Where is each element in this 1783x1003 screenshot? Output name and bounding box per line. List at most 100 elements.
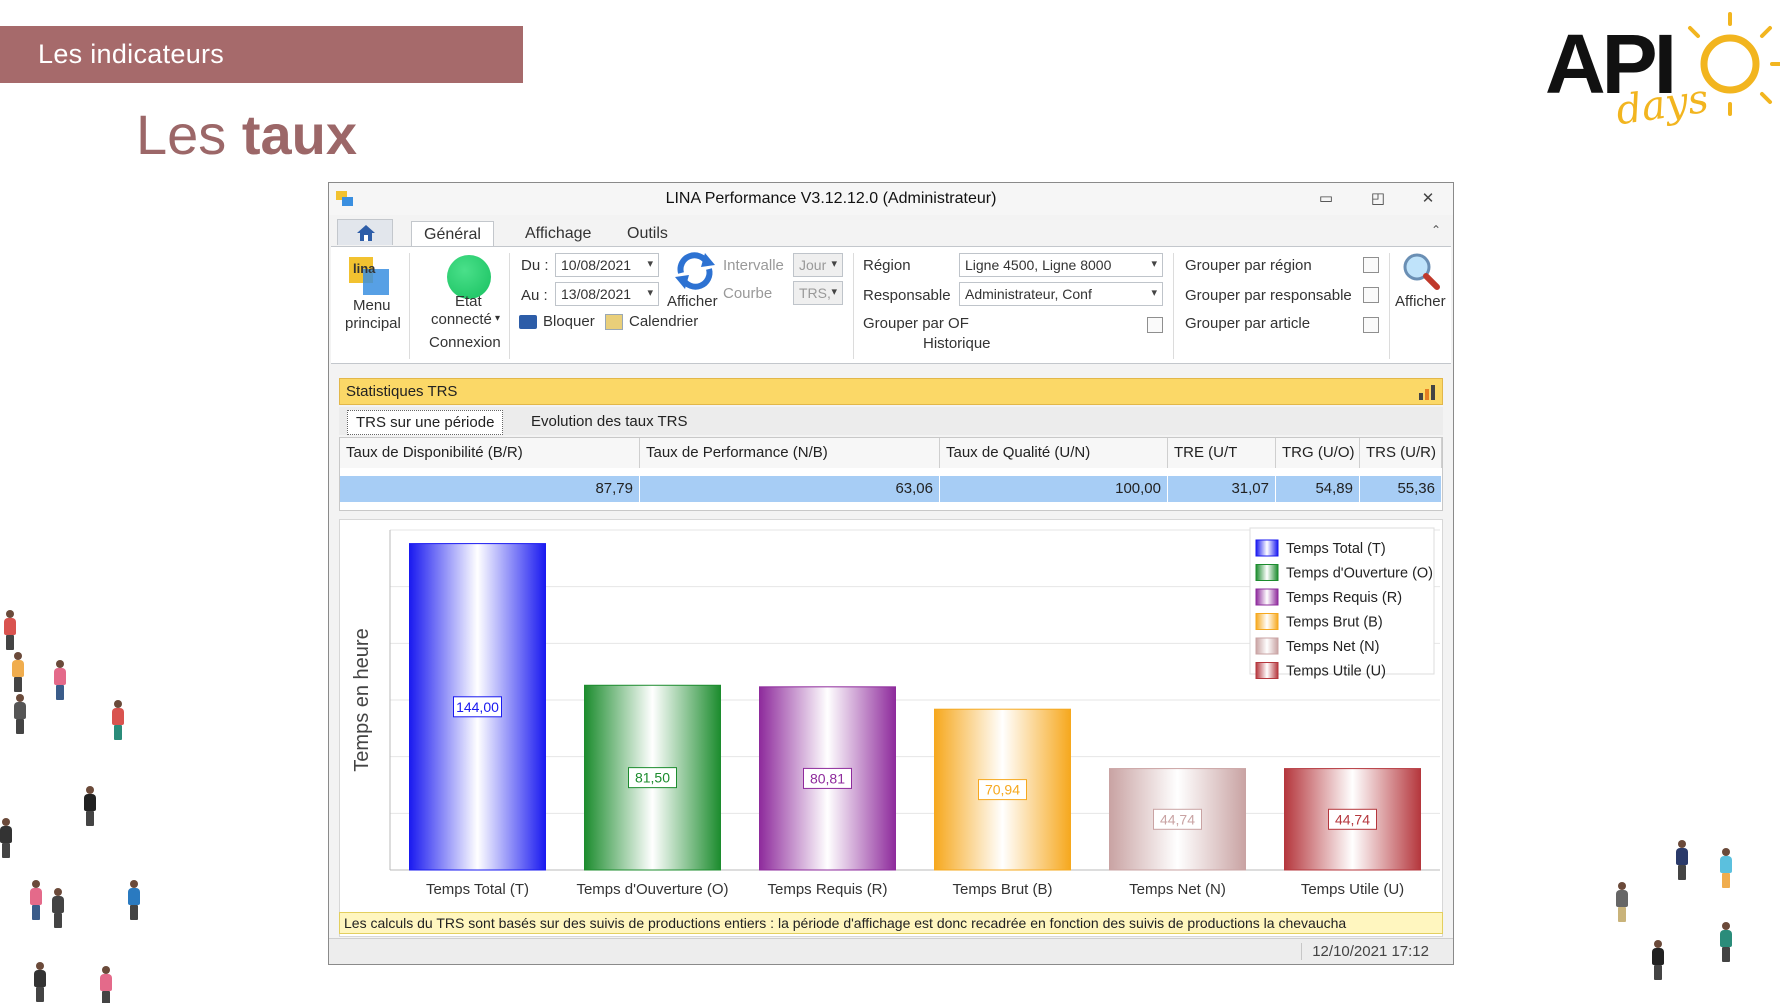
grid-header[interactable]: TRG (U/O) [1276, 438, 1360, 468]
ribbon-tabs: Général Affichage Outils ⌃ [329, 217, 1453, 247]
legend-swatch [1255, 539, 1279, 557]
grid-cell: 54,89 [1276, 476, 1360, 502]
ribbon-collapse-icon[interactable]: ⌃ [1431, 223, 1441, 237]
minimize-button[interactable]: ▭ [1313, 188, 1339, 210]
grouper-of-label: Grouper par OF [863, 315, 969, 332]
x-tick-label: Temps Net (N) [1129, 881, 1226, 898]
afficher-small-label: Afficher [667, 293, 718, 310]
grouper-responsable-label: Grouper par responsable [1185, 287, 1352, 304]
tab-general[interactable]: Général [411, 221, 494, 247]
status-datetime: 12/10/2021 17:12 [1301, 943, 1429, 960]
refresh-icon [675, 252, 715, 290]
region-select[interactable]: Ligne 4500, Ligne 8000 [959, 253, 1163, 277]
panel-header-label: Statistiques TRS [346, 383, 458, 400]
au-date-picker[interactable]: 13/08/2021 [555, 282, 659, 306]
ribbon-separator [853, 253, 854, 359]
refresh-afficher-button[interactable]: Afficher [665, 251, 725, 315]
ribbon-separator [409, 253, 410, 359]
apidays-logo: API days [1540, 6, 1780, 156]
grid-header[interactable]: Taux de Performance (N/B) [640, 438, 940, 468]
slide-title-regular: Les [136, 103, 227, 166]
data-label: 80,81 [810, 770, 845, 786]
x-tick-label: Temps Requis (R) [767, 881, 887, 898]
intervalle-label: Intervalle [723, 257, 784, 274]
ribbon-separator [509, 253, 510, 359]
etat-dropdown-icon[interactable]: ▾ [495, 313, 500, 324]
tab-outils[interactable]: Outils [615, 221, 680, 247]
menu-principal-button[interactable]: lina Menu principal [337, 251, 403, 335]
x-tick-label: Temps d'Ouverture (O) [576, 881, 728, 898]
intervalle-select[interactable]: Jour [793, 253, 843, 277]
grid-header[interactable]: TRS (U/R) [1360, 438, 1442, 468]
afficher-button[interactable]: Afficher [1393, 251, 1449, 315]
legend-entry: Temps d'Ouverture (O) [1286, 566, 1433, 582]
grid-header[interactable]: TRE (U/T [1168, 438, 1276, 468]
calendrier-label: Calendrier [629, 313, 699, 330]
legend-swatch [1255, 588, 1279, 606]
grouper-article-checkbox[interactable] [1363, 317, 1379, 333]
window-title: LINA Performance V3.12.12.0 (Administrat… [665, 190, 997, 207]
legend-entry: Temps Total (T) [1286, 541, 1386, 557]
home-tab[interactable] [337, 219, 393, 245]
grouper-region-checkbox[interactable] [1363, 257, 1379, 273]
close-button[interactable]: ✕ [1415, 188, 1441, 210]
status-bar: 12/10/2021 17:12 [329, 938, 1453, 964]
table-row[interactable]: 87,79 63,06 100,00 31,07 54,89 55,36 [340, 476, 1442, 502]
ribbon-general: lina Menu principal Etat connecté ▾ Conn… [331, 246, 1451, 364]
section-banner-label: Les indicateurs [38, 39, 225, 69]
group-historique-label: Historique [923, 335, 991, 352]
slide-title-bold: taux [241, 103, 358, 166]
trs-bar-chart: Temps en heure 144,00 Temps Total (T) 81,50… [339, 519, 1443, 937]
au-label: Au : [521, 287, 548, 304]
responsable-label: Responsable [863, 287, 951, 304]
legend-entry: Temps Requis (R) [1286, 590, 1402, 606]
trs-notice: Les calculs du TRS sont basés sur des su… [339, 912, 1443, 934]
lina-window: LINA Performance V3.12.12.0 (Administrat… [328, 182, 1454, 965]
group-connexion-label: Connexion [429, 334, 501, 351]
bloquer-button[interactable]: Bloquer [519, 311, 601, 333]
courbe-select[interactable]: TRS, [793, 281, 843, 305]
region-label: Région [863, 257, 911, 274]
grid-cell: 63,06 [640, 476, 940, 502]
data-label: 70,94 [985, 782, 1020, 798]
legend-swatch [1255, 662, 1279, 679]
stats-subtabs: TRS sur une période Evolution des taux T… [339, 407, 1443, 435]
etat-label-2[interactable]: connecté [431, 311, 492, 328]
tab-affichage[interactable]: Affichage [513, 221, 603, 247]
grid-cell: 100,00 [940, 476, 1168, 502]
menu-label-2: principal [345, 315, 401, 332]
legend-entry: Temps Brut (B) [1286, 615, 1383, 631]
data-label: 44,74 [1335, 811, 1370, 827]
grid-cell: 55,36 [1360, 476, 1442, 502]
statistiques-trs-header: Statistiques TRS [339, 378, 1443, 405]
du-date-picker[interactable]: 10/08/2021 [555, 253, 659, 277]
legend-swatch [1255, 564, 1279, 581]
lina-logo-text: lina [353, 261, 376, 276]
grid-header[interactable]: Taux de Qualité (U/N) [940, 438, 1168, 468]
legend-swatch [1255, 613, 1279, 630]
magnifier-icon [1403, 253, 1440, 290]
data-label: 44,74 [1160, 811, 1195, 827]
etat-label-1: Etat [455, 293, 482, 310]
title-bar: LINA Performance V3.12.12.0 (Administrat… [329, 183, 1453, 215]
y-axis-label: Temps en heure [351, 628, 373, 771]
grouper-of-checkbox[interactable] [1147, 317, 1163, 333]
x-tick-label: Temps Total (T) [426, 881, 529, 898]
grouper-responsable-checkbox[interactable] [1363, 287, 1379, 303]
x-tick-label: Temps Brut (B) [952, 881, 1052, 898]
grouper-article-label: Grouper par article [1185, 315, 1311, 332]
data-label: 81,50 [635, 770, 670, 786]
responsable-select[interactable]: Administrateur, Conf [959, 282, 1163, 306]
crowd-illustration-right [1600, 820, 1783, 1003]
ribbon-separator [1173, 253, 1174, 359]
calendar-icon [605, 314, 623, 330]
tab-evolution-taux[interactable]: Evolution des taux TRS [523, 410, 695, 433]
tab-trs-periode[interactable]: TRS sur une période [347, 410, 504, 435]
x-tick-label: Temps Utile (U) [1301, 881, 1404, 898]
restore-button[interactable]: ◰ [1365, 188, 1391, 210]
grouper-region-label: Grouper par région [1185, 257, 1312, 274]
bar-chart-icon[interactable] [1418, 384, 1436, 400]
grid-header[interactable]: Taux de Disponibilité (B/R) [340, 438, 640, 468]
grid-cell: 87,79 [340, 476, 640, 502]
grid-cell: 31,07 [1168, 476, 1276, 502]
